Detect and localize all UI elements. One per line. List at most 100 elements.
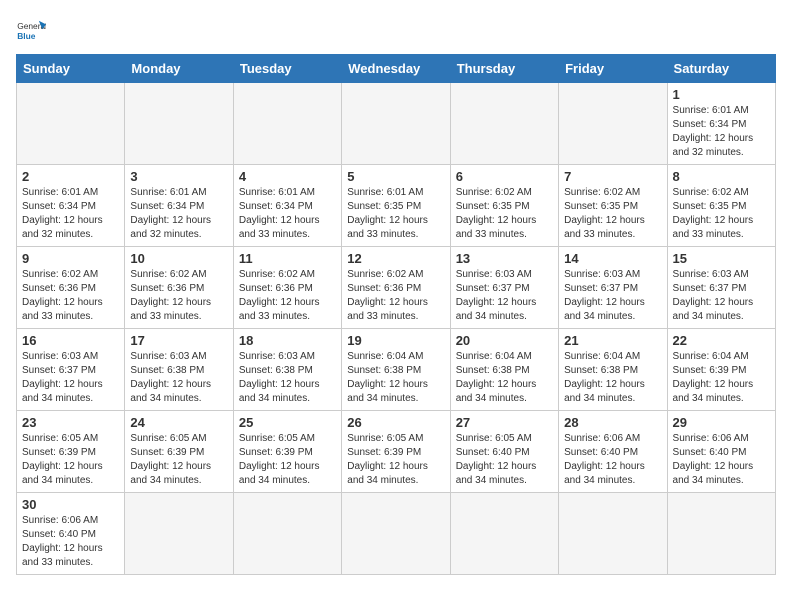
day-number: 12 xyxy=(347,251,444,266)
day-info: Sunrise: 6:03 AM Sunset: 6:37 PM Dayligh… xyxy=(456,268,553,324)
calendar-cell: 4 Sunrise: 6:01 AM Sunset: 6:34 PM Daylig… xyxy=(233,165,341,247)
day-info: Sunrise: 6:03 AM Sunset: 6:37 PM Dayligh… xyxy=(673,268,770,324)
calendar-cell xyxy=(342,83,450,165)
calendar-cell: 29Sunrise: 6:06 AM Sunset: 6:40 PM Dayli… xyxy=(667,411,775,493)
calendar-cell: 20Sunrise: 6:04 AM Sunset: 6:38 PM Dayli… xyxy=(450,329,558,411)
calendar-cell: 22 Sunrise: 6:04 AM Sunset: 6:39 PM Dayli… xyxy=(667,329,775,411)
day-number: 27 xyxy=(456,415,553,430)
calendar-week-row: 23Sunrise: 6:05 AM Sunset: 6:39 PM Dayli… xyxy=(17,411,776,493)
calendar-cell: 30 Sunrise: 6:06 AM Sunset: 6:40 PM Dayli… xyxy=(17,493,125,575)
calendar-cell xyxy=(233,493,341,575)
day-info: Sunrise: 6:06 AM Sunset: 6:40 PM Dayligh… xyxy=(22,514,119,570)
day-info: Sunrise: 6:03 AM Sunset: 6:37 PM Dayligh… xyxy=(22,350,119,406)
day-number: 22 xyxy=(673,333,770,348)
day-number: 2 xyxy=(22,169,119,184)
day-number: 19 xyxy=(347,333,444,348)
day-number: 26 xyxy=(347,415,444,430)
calendar-cell: 19 Sunrise: 6:04 AM Sunset: 6:38 PM Dayli… xyxy=(342,329,450,411)
day-info: Sunrise: 6:06 AM Sunset: 6:40 PM Dayligh… xyxy=(564,432,661,488)
calendar-cell: 7Sunrise: 6:02 AM Sunset: 6:35 PM Daylig… xyxy=(559,165,667,247)
column-header-friday: Friday xyxy=(559,55,667,83)
calendar-cell: 9 Sunrise: 6:02 AM Sunset: 6:36 PM Daylig… xyxy=(17,247,125,329)
day-number: 6 xyxy=(456,169,553,184)
calendar-header-row: SundayMondayTuesdayWednesdayThursdayFrid… xyxy=(17,55,776,83)
calendar-cell: 1 Sunrise: 6:01 AM Sunset: 6:34 PM Daylig… xyxy=(667,83,775,165)
day-info: Sunrise: 6:01 AM Sunset: 6:34 PM Dayligh… xyxy=(22,186,119,242)
day-info: Sunrise: 6:02 AM Sunset: 6:35 PM Dayligh… xyxy=(456,186,553,242)
calendar-week-row: 1 Sunrise: 6:01 AM Sunset: 6:34 PM Daylig… xyxy=(17,83,776,165)
column-header-saturday: Saturday xyxy=(667,55,775,83)
calendar-cell: 10 Sunrise: 6:02 AM Sunset: 6:36 PM Dayli… xyxy=(125,247,233,329)
day-number: 9 xyxy=(22,251,119,266)
day-info: Sunrise: 6:02 AM Sunset: 6:36 PM Dayligh… xyxy=(239,268,336,324)
calendar-cell: 13 Sunrise: 6:03 AM Sunset: 6:37 PM Dayli… xyxy=(450,247,558,329)
calendar-cell: 12 Sunrise: 6:02 AM Sunset: 6:36 PM Dayli… xyxy=(342,247,450,329)
column-header-monday: Monday xyxy=(125,55,233,83)
calendar-cell: 11 Sunrise: 6:02 AM Sunset: 6:36 PM Dayli… xyxy=(233,247,341,329)
day-info: Sunrise: 6:03 AM Sunset: 6:37 PM Dayligh… xyxy=(564,268,661,324)
calendar-cell xyxy=(667,493,775,575)
calendar-cell: 27 Sunrise: 6:05 AM Sunset: 6:40 PM Dayli… xyxy=(450,411,558,493)
calendar-cell: 26 Sunrise: 6:05 AM Sunset: 6:39 PM Dayli… xyxy=(342,411,450,493)
day-number: 28 xyxy=(564,415,661,430)
day-number: 18 xyxy=(239,333,336,348)
calendar-cell: 16Sunrise: 6:03 AM Sunset: 6:37 PM Dayli… xyxy=(17,329,125,411)
calendar-cell: 5Sunrise: 6:01 AM Sunset: 6:35 PM Daylig… xyxy=(342,165,450,247)
day-number: 24 xyxy=(130,415,227,430)
calendar-cell: 15Sunrise: 6:03 AM Sunset: 6:37 PM Dayli… xyxy=(667,247,775,329)
calendar-cell xyxy=(17,83,125,165)
day-number: 20 xyxy=(456,333,553,348)
calendar-table: SundayMondayTuesdayWednesdayThursdayFrid… xyxy=(16,54,776,575)
day-info: Sunrise: 6:02 AM Sunset: 6:35 PM Dayligh… xyxy=(564,186,661,242)
calendar-week-row: 30 Sunrise: 6:06 AM Sunset: 6:40 PM Dayli… xyxy=(17,493,776,575)
day-info: Sunrise: 6:03 AM Sunset: 6:38 PM Dayligh… xyxy=(130,350,227,406)
day-info: Sunrise: 6:02 AM Sunset: 6:36 PM Dayligh… xyxy=(130,268,227,324)
calendar-cell: 14 Sunrise: 6:03 AM Sunset: 6:37 PM Dayli… xyxy=(559,247,667,329)
calendar-cell xyxy=(559,493,667,575)
calendar-cell: 25 Sunrise: 6:05 AM Sunset: 6:39 PM Dayli… xyxy=(233,411,341,493)
column-header-thursday: Thursday xyxy=(450,55,558,83)
calendar-cell xyxy=(450,83,558,165)
day-number: 21 xyxy=(564,333,661,348)
day-info: Sunrise: 6:05 AM Sunset: 6:39 PM Dayligh… xyxy=(239,432,336,488)
calendar-cell xyxy=(125,83,233,165)
day-number: 29 xyxy=(673,415,770,430)
day-info: Sunrise: 6:04 AM Sunset: 6:39 PM Dayligh… xyxy=(673,350,770,406)
calendar-cell xyxy=(125,493,233,575)
day-info: Sunrise: 6:04 AM Sunset: 6:38 PM Dayligh… xyxy=(347,350,444,406)
day-info: Sunrise: 6:01 AM Sunset: 6:34 PM Dayligh… xyxy=(239,186,336,242)
day-number: 25 xyxy=(239,415,336,430)
calendar-cell xyxy=(342,493,450,575)
calendar-cell: 23Sunrise: 6:05 AM Sunset: 6:39 PM Dayli… xyxy=(17,411,125,493)
calendar-cell xyxy=(233,83,341,165)
logo-icon: General Blue xyxy=(16,16,46,46)
day-number: 14 xyxy=(564,251,661,266)
day-number: 1 xyxy=(673,87,770,102)
day-number: 13 xyxy=(456,251,553,266)
day-info: Sunrise: 6:01 AM Sunset: 6:34 PM Dayligh… xyxy=(130,186,227,242)
day-number: 8 xyxy=(673,169,770,184)
day-info: Sunrise: 6:02 AM Sunset: 6:35 PM Dayligh… xyxy=(673,186,770,242)
calendar-cell xyxy=(450,493,558,575)
column-header-wednesday: Wednesday xyxy=(342,55,450,83)
header: General Blue xyxy=(16,16,776,46)
day-info: Sunrise: 6:04 AM Sunset: 6:38 PM Dayligh… xyxy=(564,350,661,406)
day-number: 11 xyxy=(239,251,336,266)
calendar-cell: 6 Sunrise: 6:02 AM Sunset: 6:35 PM Daylig… xyxy=(450,165,558,247)
column-header-tuesday: Tuesday xyxy=(233,55,341,83)
calendar-cell: 17 Sunrise: 6:03 AM Sunset: 6:38 PM Dayli… xyxy=(125,329,233,411)
column-header-sunday: Sunday xyxy=(17,55,125,83)
day-number: 30 xyxy=(22,497,119,512)
day-info: Sunrise: 6:01 AM Sunset: 6:34 PM Dayligh… xyxy=(673,104,770,160)
day-info: Sunrise: 6:02 AM Sunset: 6:36 PM Dayligh… xyxy=(347,268,444,324)
day-number: 4 xyxy=(239,169,336,184)
day-info: Sunrise: 6:03 AM Sunset: 6:38 PM Dayligh… xyxy=(239,350,336,406)
day-info: Sunrise: 6:05 AM Sunset: 6:40 PM Dayligh… xyxy=(456,432,553,488)
calendar-week-row: 16Sunrise: 6:03 AM Sunset: 6:37 PM Dayli… xyxy=(17,329,776,411)
day-info: Sunrise: 6:02 AM Sunset: 6:36 PM Dayligh… xyxy=(22,268,119,324)
day-number: 17 xyxy=(130,333,227,348)
day-info: Sunrise: 6:05 AM Sunset: 6:39 PM Dayligh… xyxy=(347,432,444,488)
day-info: Sunrise: 6:01 AM Sunset: 6:35 PM Dayligh… xyxy=(347,186,444,242)
day-number: 10 xyxy=(130,251,227,266)
calendar-cell: 3Sunrise: 6:01 AM Sunset: 6:34 PM Daylig… xyxy=(125,165,233,247)
